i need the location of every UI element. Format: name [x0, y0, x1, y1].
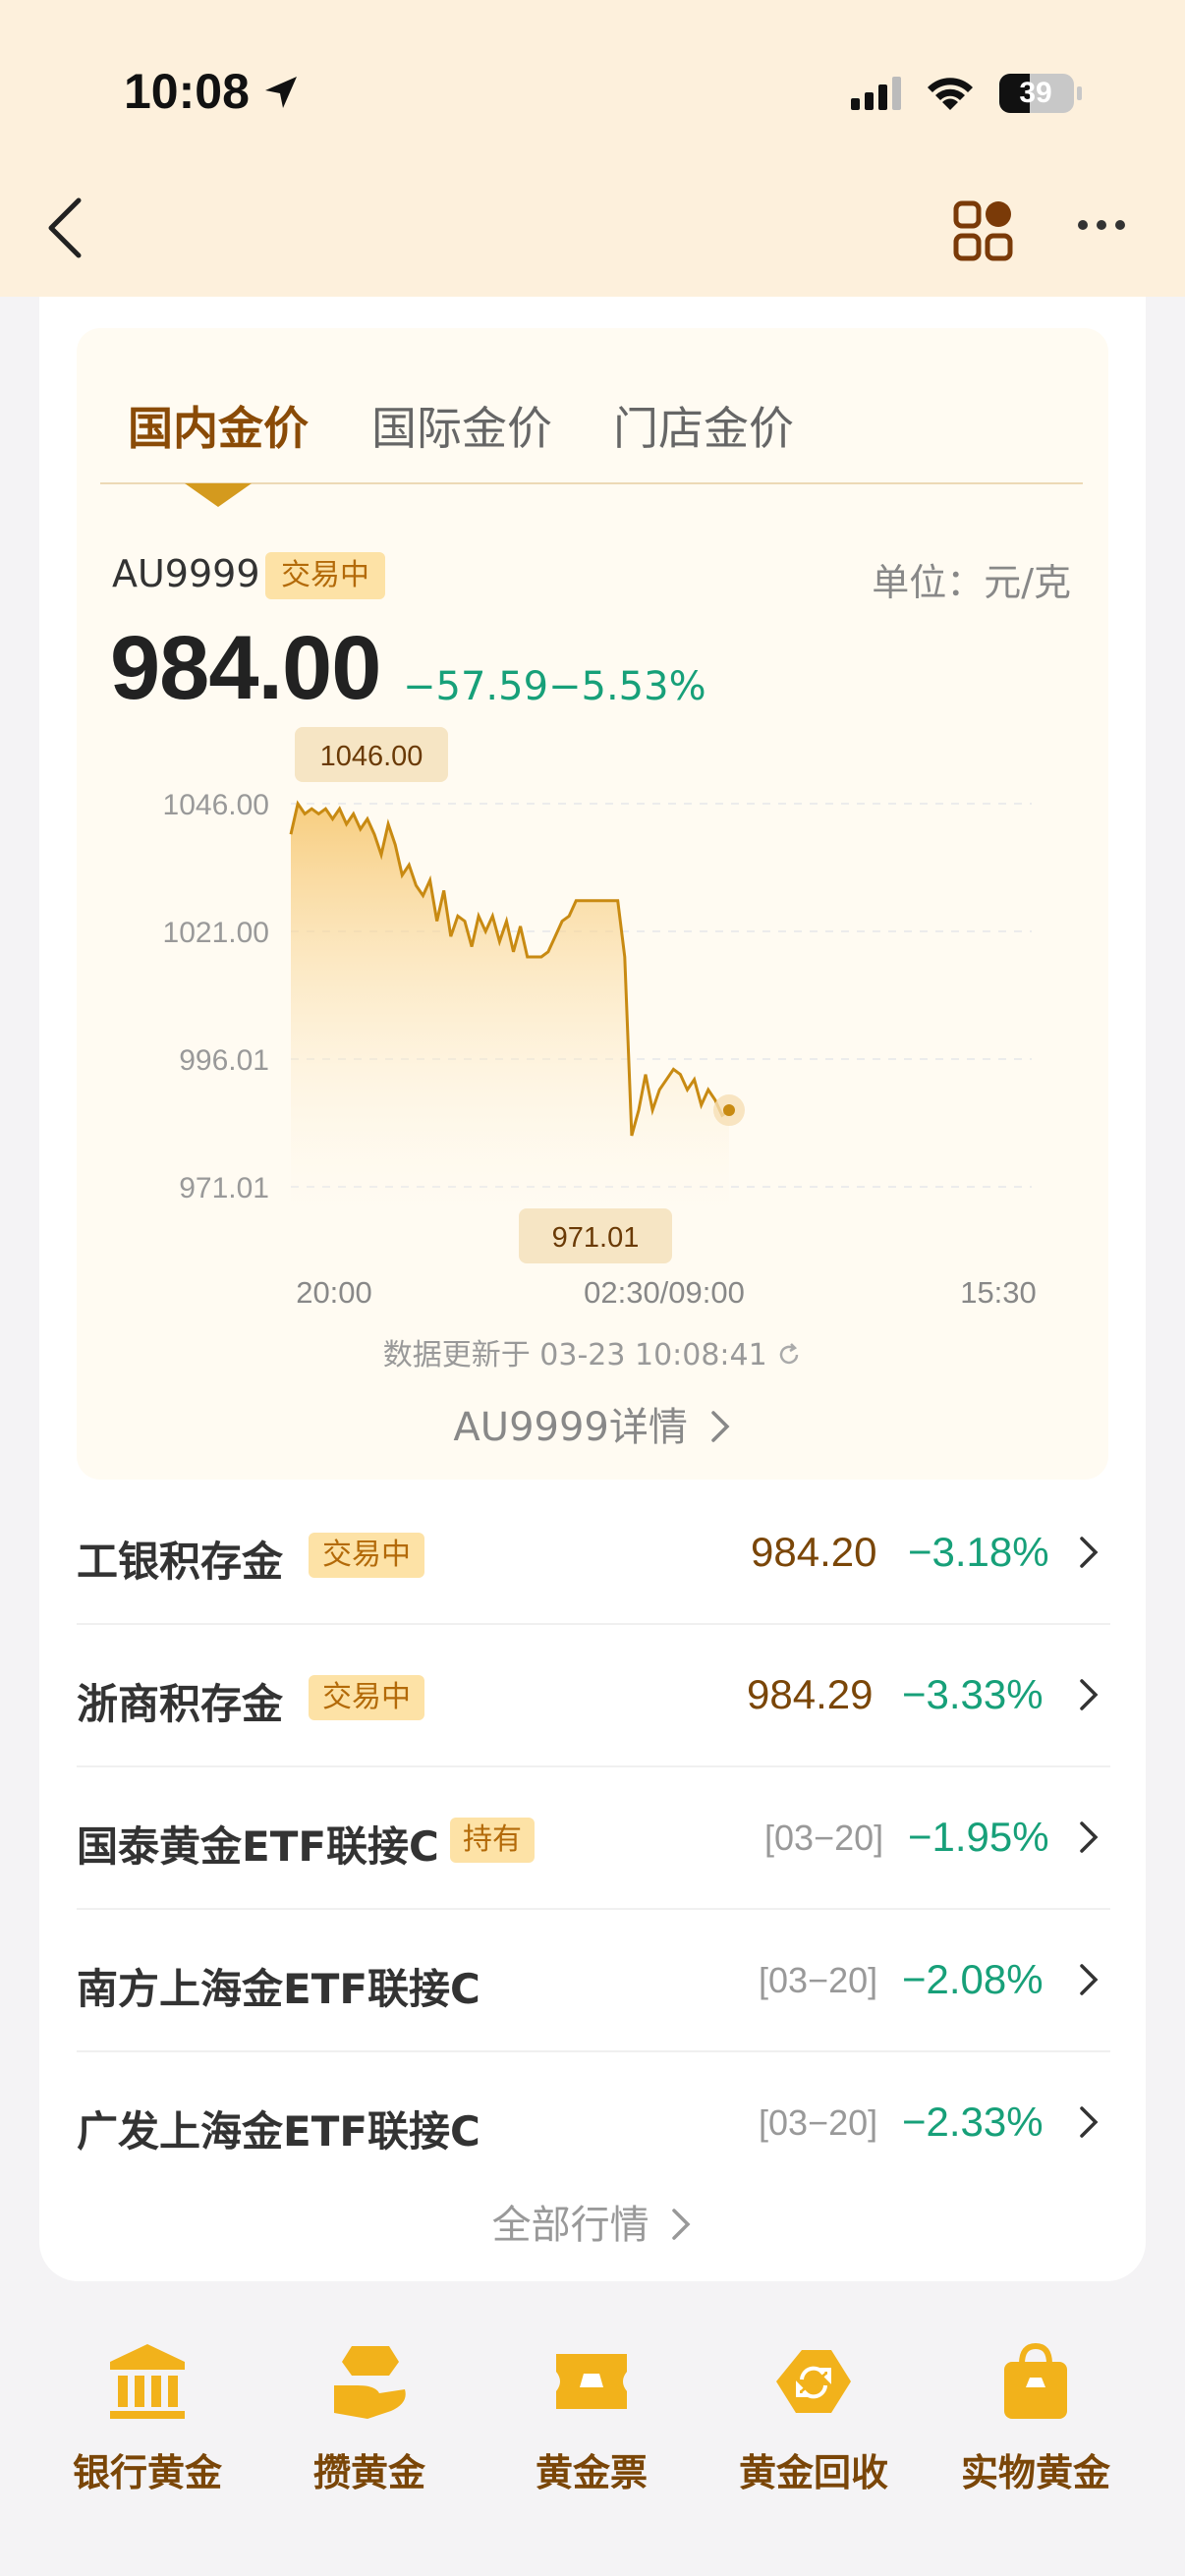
chevron-right-icon — [1080, 1964, 1099, 1995]
product-row-icbc[interactable]: 工银积存金 交易中 984.20 −3.18% — [77, 1482, 1110, 1624]
product-change-pct: −1.95% — [908, 1814, 1049, 1860]
bank-icon — [110, 2344, 185, 2419]
product-name: 工银积存金 — [77, 1538, 284, 1586]
high-price-label: 1046.00 — [295, 727, 448, 782]
chevron-right-icon — [1080, 1679, 1099, 1710]
nav-physical-gold[interactable]: 实物黄金 — [928, 2342, 1144, 2496]
price-chart[interactable]: 1046.00 1021.00 996.01 971.01 20:00 02:30/09… — [0, 0, 1185, 1336]
product-name: 浙商积存金 — [77, 1680, 284, 1728]
svg-text:971.01: 971.01 — [552, 1222, 640, 1254]
hand-gold-icon — [334, 2346, 406, 2419]
update-timestamp: 数据更新于 03-23 10:08:41 — [0, 1330, 1185, 1373]
nav-gold-ticket[interactable]: 黄金票 — [483, 2342, 700, 2496]
chevron-right-icon — [1080, 2106, 1099, 2138]
y-tick-label: 971.01 — [179, 1172, 269, 1204]
chevron-right-icon — [1080, 1537, 1099, 1568]
nav-label: 攒黄金 — [312, 2451, 425, 2494]
product-change-pct: −3.33% — [902, 1671, 1044, 1717]
recycle-icon — [776, 2350, 851, 2413]
nav-label: 黄金回收 — [738, 2451, 888, 2494]
nav-bank-gold[interactable]: 银行黄金 — [39, 2342, 255, 2496]
chevron-right-icon — [672, 2209, 691, 2240]
product-name: 国泰黄金ETF联接C — [77, 1822, 439, 1871]
product-row-czbank[interactable]: 浙商积存金 交易中 984.29 −3.33% — [77, 1624, 1110, 1766]
ticket-icon — [556, 2354, 627, 2409]
product-row-nanfang-etf[interactable]: 南方上海金ETF联接C [03−20] −2.08% — [77, 1909, 1110, 2051]
product-name: 南方上海金ETF联接C — [77, 1965, 480, 2013]
product-change-pct: −3.18% — [908, 1529, 1049, 1575]
chevron-right-icon — [1080, 1821, 1099, 1853]
svg-text:1046.00: 1046.00 — [320, 741, 423, 772]
product-row-guotai-etf[interactable]: 国泰黄金ETF联接C 持有 [03−20] −1.95% — [77, 1766, 1110, 1909]
nav-label: 实物黄金 — [960, 2451, 1110, 2494]
x-tick-label: 20:00 — [296, 1275, 372, 1310]
nav-gold-recycle[interactable]: 黄金回收 — [705, 2342, 922, 2496]
product-date: [03−20] — [759, 1960, 878, 2000]
product-row-guangfa-etf[interactable]: 广发上海金ETF联接C [03−20] −2.33% — [77, 2051, 1110, 2194]
trading-status-badge: 交易中 — [309, 1675, 424, 1720]
last-price-dot — [723, 1104, 735, 1117]
x-tick-label: 02:30/09:00 — [584, 1275, 745, 1310]
product-name: 广发上海金ETF联接C — [77, 2107, 480, 2156]
nav-save-gold[interactable]: 攒黄金 — [261, 2342, 478, 2496]
y-tick-label: 1046.00 — [163, 789, 269, 821]
product-change-pct: −2.33% — [902, 2099, 1044, 2145]
nav-label: 黄金票 — [535, 2451, 648, 2494]
holding-badge: 持有 — [450, 1818, 535, 1863]
product-date: [03−20] — [764, 1818, 884, 1858]
y-tick-label: 996.01 — [179, 1044, 269, 1077]
product-price: 984.29 — [747, 1671, 874, 1717]
chevron-right-icon — [710, 1411, 730, 1442]
low-price-label: 971.01 — [519, 1208, 672, 1263]
trading-status-badge: 交易中 — [309, 1533, 424, 1578]
product-price: 984.20 — [751, 1529, 877, 1575]
shopping-bag-icon — [1004, 2342, 1067, 2419]
au9999-detail-link[interactable]: AU9999详情 — [0, 1395, 1185, 1452]
y-tick-label: 1021.00 — [163, 917, 269, 949]
x-tick-label: 15:30 — [960, 1275, 1037, 1310]
product-date: [03−20] — [759, 2102, 878, 2143]
all-quotes-link[interactable]: 全部行情 — [0, 2193, 1185, 2250]
nav-label: 银行黄金 — [72, 2451, 222, 2494]
price-area — [291, 804, 729, 1218]
product-change-pct: −2.08% — [902, 1956, 1044, 2002]
refresh-icon[interactable] — [776, 1342, 802, 1368]
